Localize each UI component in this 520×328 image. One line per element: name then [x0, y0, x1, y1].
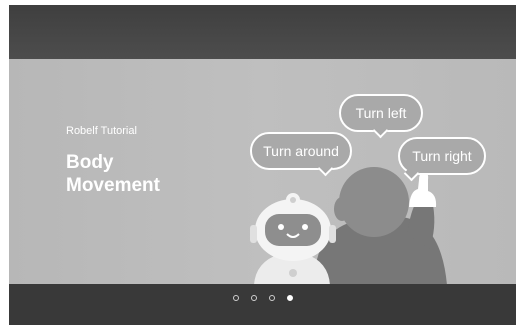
robot-ear-right	[329, 225, 336, 243]
robot-eye-left	[278, 224, 284, 230]
page-dot-2[interactable]	[250, 295, 257, 301]
pagination-dots	[9, 295, 516, 301]
speech-bubble-turn-right: Turn right	[398, 137, 486, 182]
bubble-label-turn-left: Turn left	[355, 105, 407, 121]
bottom-band	[9, 284, 516, 325]
page-dot-3[interactable]	[268, 295, 275, 301]
person-head	[339, 167, 409, 237]
top-band	[9, 5, 516, 59]
robot-face-screen	[265, 214, 321, 246]
speech-bubble-turn-left: Turn left	[339, 94, 423, 139]
tutorial-slide[interactable]: Robelf Tutorial Body Movement Turn aroun…	[9, 59, 516, 285]
robot-ear-left	[250, 225, 257, 243]
bubble-label-turn-around: Turn around	[263, 143, 339, 159]
robot-button	[289, 269, 297, 277]
speech-bubble-turn-around: Turn around	[250, 132, 352, 177]
person-ear	[334, 197, 350, 221]
robot-eye-right	[302, 224, 308, 230]
app-screen: Robelf Tutorial Body Movement Turn aroun…	[9, 5, 516, 325]
page-dot-1[interactable]	[232, 295, 239, 301]
bubble-label-turn-right: Turn right	[412, 148, 472, 164]
page-dot-4[interactable]	[286, 295, 293, 301]
